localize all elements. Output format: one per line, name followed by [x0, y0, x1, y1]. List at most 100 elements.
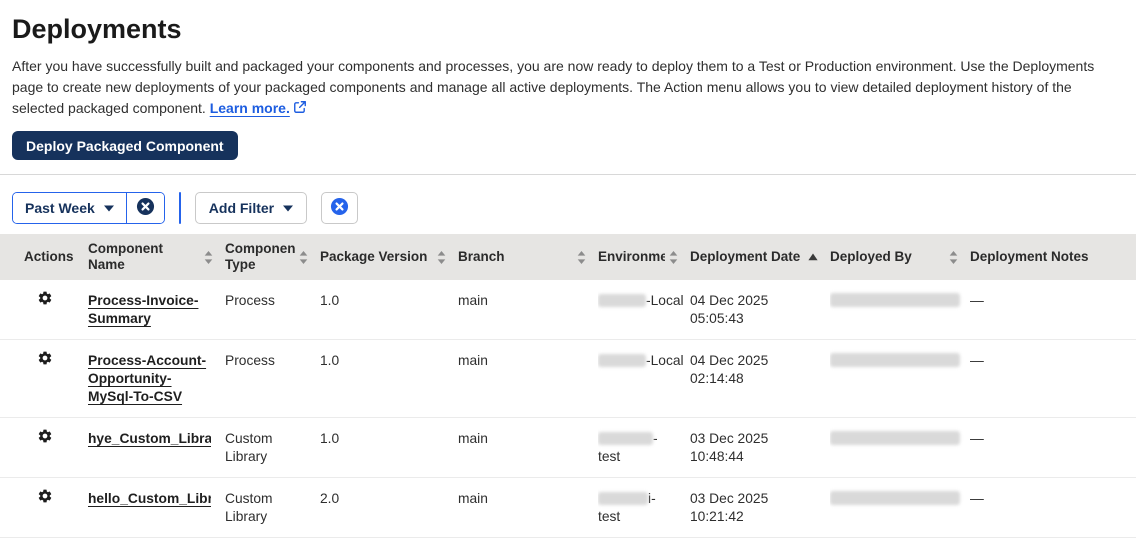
cell-deployed-by — [830, 340, 970, 381]
gear-icon — [37, 351, 53, 369]
component-name-link[interactable]: hello_Custom_Library — [88, 490, 211, 508]
cell-component-type: Process — [225, 293, 275, 308]
cell-branch: main — [458, 293, 488, 308]
add-filter-dropdown[interactable]: Add Filter — [194, 192, 308, 224]
cell-package-version: 1.0 — [320, 431, 340, 446]
redacted-environment-name — [598, 432, 653, 445]
description-text: After you have successfully built and pa… — [12, 58, 1095, 116]
cell-component-type: Process — [225, 353, 275, 368]
sort-ascending-icon[interactable] — [808, 253, 818, 261]
component-name-link[interactable]: Process-Account-Opportunity-MySql-To-CSV — [88, 352, 211, 406]
table-row: hye_Custom_Library Custom Library 1.0 main -… — [0, 418, 1136, 478]
cell-deployment-notes: — — [970, 491, 984, 506]
cell-branch: main — [458, 353, 488, 368]
gear-icon — [37, 291, 53, 309]
cell-component-type: Custom Library — [225, 431, 273, 464]
cell-actions — [0, 340, 88, 382]
column-header-branch[interactable]: Branch — [458, 242, 598, 272]
cell-deployed-by — [830, 418, 970, 459]
toolbar-divider — [0, 174, 1136, 175]
add-filter-label: Add Filter — [208, 200, 275, 216]
gear-icon — [37, 489, 53, 507]
table-row: Process-Account-Opportunity-MySql-To-CSV… — [0, 340, 1136, 418]
cell-deployed-by — [830, 478, 970, 519]
actions-menu-button[interactable] — [37, 428, 53, 444]
column-label: Component Name — [88, 241, 163, 272]
table-row: hello_Custom_Library Custom Library 2.0 mai… — [0, 478, 1136, 538]
cell-component-name: hye_Custom_Library — [88, 418, 225, 459]
x-circle-icon — [136, 197, 155, 219]
column-label: Component Type — [225, 241, 295, 272]
sort-icon[interactable] — [437, 250, 446, 264]
column-header-type[interactable]: Component Type — [225, 234, 320, 280]
chevron-down-icon — [283, 205, 294, 212]
column-header-date[interactable]: Deployment Date — [690, 242, 830, 272]
cell-deployment-date: 04 Dec 2025 05:05:43 — [690, 293, 769, 326]
learn-more-link[interactable]: Learn more. — [210, 100, 290, 116]
column-header-environment[interactable]: Environment — [598, 242, 690, 272]
page-description: After you have successfully built and pa… — [12, 56, 1124, 120]
filter-bar: Past Week Add Filter — [0, 183, 1136, 234]
sort-icon[interactable] — [299, 250, 308, 264]
cell-package-version: 1.0 — [320, 353, 340, 368]
redacted-environment-name — [598, 294, 646, 307]
date-filter-dropdown[interactable]: Past Week — [13, 193, 127, 223]
cell-deployment-notes: — — [970, 431, 984, 446]
filter-bar-divider — [178, 192, 181, 224]
page-header: Deployments After you have successfully … — [0, 0, 1136, 160]
redacted-environment-name — [598, 492, 648, 505]
column-header-name[interactable]: Component Name — [88, 234, 225, 280]
column-label: Deployment Date — [690, 249, 801, 264]
cell-branch: main — [458, 431, 488, 446]
cell-branch: main — [458, 491, 488, 506]
column-label: Branch — [458, 249, 505, 264]
column-label: Deployment Notes — [970, 249, 1089, 264]
redacted-deployed-by — [830, 431, 960, 445]
cell-deployment-date: 03 Dec 2025 10:21:42 — [690, 491, 769, 524]
table-row: Process-Invoice-Summary Process 1.0 main -Lo… — [0, 280, 1136, 340]
sort-icon[interactable] — [669, 250, 678, 264]
cell-component-name: Process-Invoice-Summary — [88, 280, 225, 339]
cell-deployment-notes: — — [970, 353, 984, 368]
table-header-row: Actions Component Name Component Type Packa… — [0, 234, 1136, 280]
date-filter-label: Past Week — [25, 200, 95, 216]
cell-package-version: 1.0 — [320, 293, 340, 308]
redacted-deployed-by — [830, 491, 960, 505]
external-link-icon — [293, 101, 307, 117]
cell-environment: - test — [598, 431, 658, 464]
actions-menu-button[interactable] — [37, 350, 53, 366]
column-label: Package Version — [320, 249, 428, 264]
actions-menu-button[interactable] — [37, 290, 53, 306]
component-name-link[interactable]: hye_Custom_Library — [88, 430, 211, 448]
component-name-link[interactable]: Process-Invoice-Summary — [88, 292, 211, 328]
clear-date-filter-button[interactable] — [126, 193, 164, 223]
column-label: Deployed By — [830, 249, 912, 264]
page-title: Deployments — [12, 14, 182, 44]
cell-component-name: hello_Custom_Library — [88, 478, 225, 519]
x-circle-icon — [330, 197, 349, 219]
clear-all-filters-button[interactable] — [321, 192, 359, 224]
cell-environment: -Local — [598, 280, 690, 321]
cell-actions — [0, 280, 88, 322]
date-filter-group: Past Week — [12, 192, 165, 224]
sort-icon[interactable] — [949, 250, 958, 264]
chevron-down-icon — [103, 205, 114, 212]
actions-menu-button[interactable] — [37, 488, 53, 504]
redacted-deployed-by — [830, 293, 960, 307]
sort-icon[interactable] — [577, 250, 586, 264]
column-header-actions: Actions — [0, 242, 88, 272]
column-header-version[interactable]: Package Version — [320, 242, 458, 272]
cell-environment: i-test — [598, 491, 656, 524]
cell-package-version: 2.0 — [320, 491, 340, 506]
table-body: Process-Invoice-Summary Process 1.0 main -Lo… — [0, 280, 1136, 538]
redacted-environment-name — [598, 354, 646, 367]
gear-icon — [37, 429, 53, 447]
cell-actions — [0, 418, 88, 460]
cell-actions — [0, 478, 88, 520]
column-header-deployed_by[interactable]: Deployed By — [830, 242, 970, 272]
deploy-packaged-component-button[interactable]: Deploy Packaged Component — [12, 131, 238, 160]
sort-icon[interactable] — [204, 250, 213, 264]
deployments-table: Actions Component Name Component Type Packa… — [0, 234, 1136, 538]
column-label: Actions — [24, 249, 74, 264]
cell-environment: -Local — [598, 340, 690, 381]
